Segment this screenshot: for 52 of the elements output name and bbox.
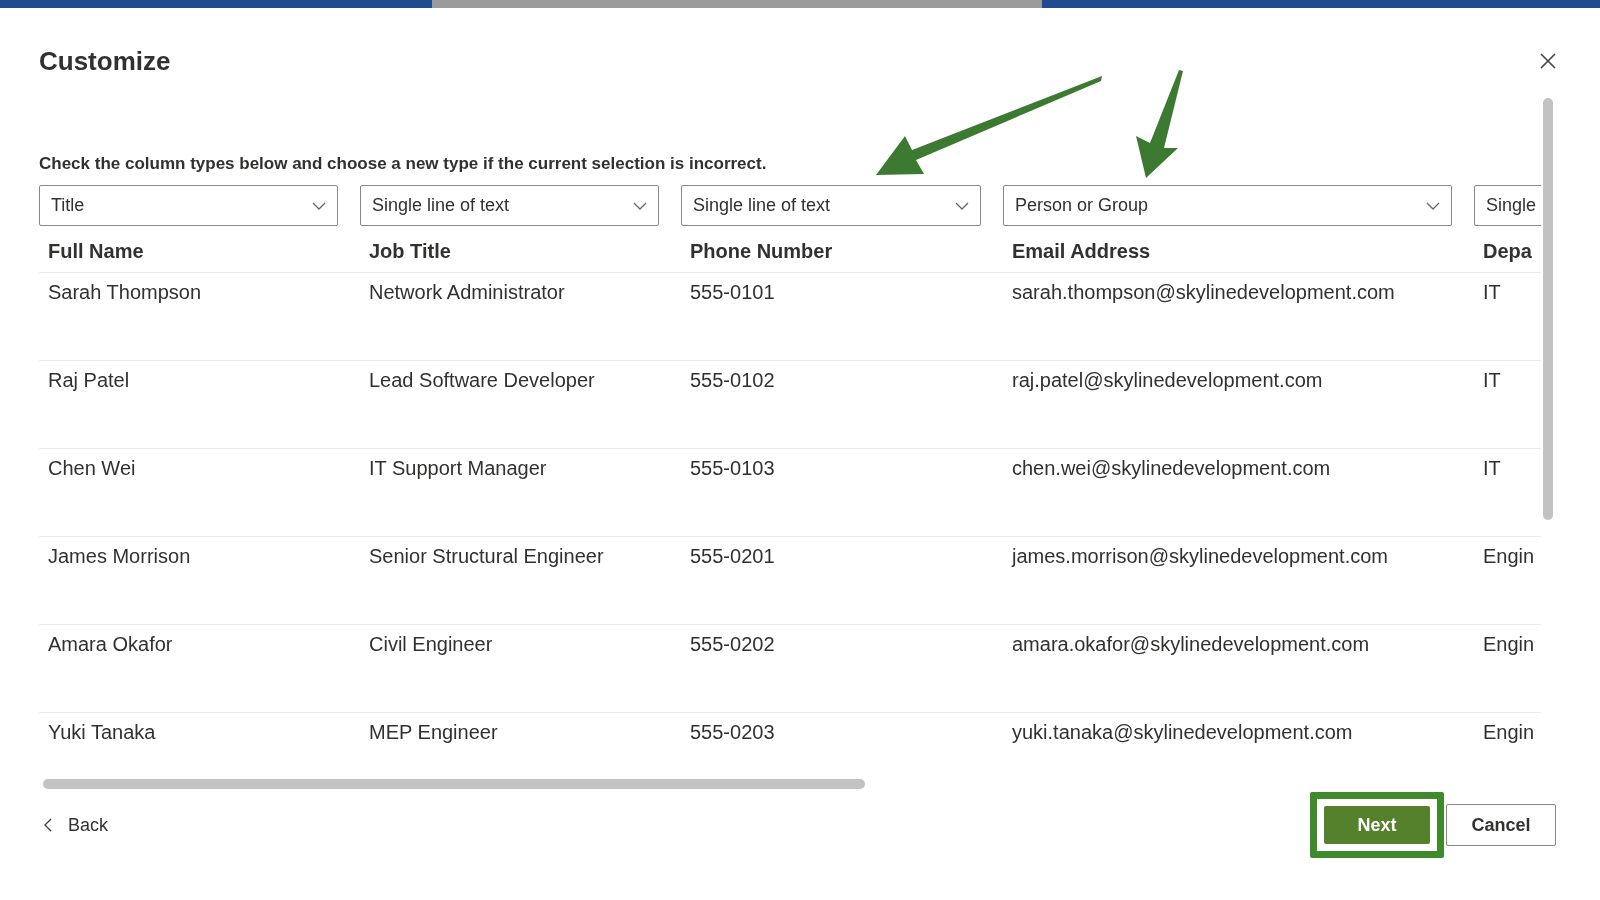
vertical-scrollbar[interactable] [1543, 98, 1553, 520]
column-type-dropdown[interactable]: Title [39, 185, 338, 226]
table-cell-text: MEP Engineer [368, 720, 499, 745]
cancel-button[interactable]: Cancel [1446, 804, 1556, 846]
instruction-text: Check the column types below and choose a new type if the current selection is incorrect. [39, 153, 768, 175]
table-cell-text: Senior Structural Engineer [368, 544, 605, 569]
dialog-title: Customize [39, 45, 171, 78]
table-cell-text: Engin [1482, 720, 1536, 745]
chevron-down-icon [1426, 201, 1440, 210]
table-cell-text: james.morrison@skylinedevelopment.com [1010, 544, 1389, 569]
table-cell-text: IT [1482, 368, 1502, 393]
column-header: Job Title [368, 239, 452, 264]
column-header: Depa [1482, 239, 1533, 264]
table-cell-text: James Morrison [47, 544, 192, 569]
close-icon[interactable] [1538, 51, 1558, 71]
column-header: Phone Number [689, 239, 834, 264]
back-button[interactable]: Back [44, 811, 109, 839]
table-cell-text: 555-0203 [689, 720, 776, 745]
next-button[interactable]: Next [1324, 806, 1430, 844]
column-type-dropdown[interactable]: Single line of text [681, 185, 981, 226]
table-cell-text: Lead Software Developer [368, 368, 596, 393]
table-cell-text: Engin [1482, 632, 1536, 657]
column-header: Email Address [1011, 239, 1152, 264]
table-cell-text: Network Administrator [368, 280, 566, 305]
chevron-down-icon [633, 201, 647, 210]
table-cell-text: Sarah Thompson [47, 280, 203, 305]
table-cell-text: sarah.thompson@skylinedevelopment.com [1011, 280, 1396, 305]
table-cell-text: raj.patel@skylinedevelopment.com [1011, 368, 1324, 393]
column-type-dropdown[interactable]: Person or Group [1003, 185, 1452, 226]
chevron-down-icon [955, 201, 969, 210]
chevron-left-icon [44, 818, 52, 832]
table-cell-text: Engin [1482, 544, 1536, 569]
table-cell-text: IT Support Manager [368, 456, 548, 481]
table-cell-text: 555-0103 [689, 456, 776, 481]
table-cell-text: IT [1482, 456, 1502, 481]
table-cell-text: IT [1482, 280, 1502, 305]
table-cell-text: Raj Patel [47, 368, 131, 393]
table-cell-text: yuki.tanaka@skylinedevelopment.com [1011, 720, 1354, 745]
chevron-down-icon [312, 201, 326, 210]
table-cell-text: 555-0101 [689, 280, 776, 305]
table-cell-text: Chen Wei [47, 456, 137, 481]
table-cell-text: Civil Engineer [368, 632, 494, 657]
column-header: Full Name [47, 239, 145, 264]
table-cell-text: 555-0102 [689, 368, 776, 393]
column-type-dropdown[interactable]: Single line of text [360, 185, 659, 226]
table-cell-text: 555-0202 [689, 632, 776, 657]
table-cell-text: chen.wei@skylinedevelopment.com [1011, 456, 1332, 481]
table-cell-text: amara.okafor@skylinedevelopment.com [1011, 632, 1371, 657]
table-cell-text: 555-0201 [689, 544, 776, 569]
horizontal-scrollbar[interactable] [43, 779, 865, 789]
table-cell-text: Amara Okafor [47, 632, 174, 657]
table-cell-text: Yuki Tanaka [47, 720, 157, 745]
